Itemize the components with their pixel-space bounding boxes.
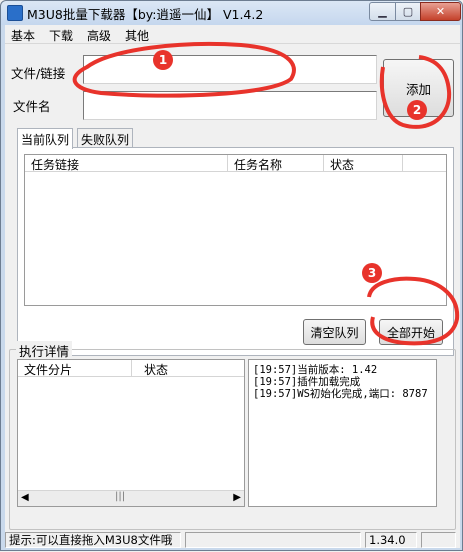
log-line: [19:57]当前版本: 1.42	[253, 364, 378, 376]
clear-queue-button[interactable]: 清空队列	[303, 319, 366, 345]
status-hint: 提示:可以直接拖入M3U8文件哦	[5, 532, 181, 548]
annotation-badge-1: 1	[153, 50, 173, 70]
column-segment-status[interactable]: 状态	[138, 360, 244, 377]
scroll-grip-icon[interactable]: |||	[115, 491, 125, 502]
horizontal-scrollbar[interactable]: ◀ ||| ▶	[18, 490, 244, 506]
start-all-button[interactable]: 全部开始	[379, 319, 443, 345]
status-bar: 提示:可以直接拖入M3U8文件哦 1.34.0	[5, 531, 460, 548]
queue-table[interactable]: 任务链接 任务名称 状态	[24, 154, 447, 306]
scroll-left-icon[interactable]: ◀	[21, 492, 29, 503]
log-line: [19:57]WS初始化完成,端口: 8787	[253, 388, 428, 400]
menu-other[interactable]: 其他	[125, 27, 149, 44]
exec-details-title: 执行详情	[16, 341, 73, 360]
close-button[interactable]: ✕	[420, 2, 461, 21]
annotation-badge-2: 2	[407, 100, 427, 120]
log-panel[interactable]: [19:57]当前版本: 1.42 [19:57]插件加载完成 [19:57]W…	[248, 359, 437, 507]
queue-table-header: 任务链接 任务名称 状态	[25, 155, 446, 172]
maximize-button[interactable]: ▢	[395, 2, 421, 21]
tab-failed-queue[interactable]: 失败队列	[77, 128, 134, 148]
menu-advanced[interactable]: 高级	[87, 27, 111, 44]
tab-current-queue[interactable]: 当前队列	[17, 128, 74, 149]
menu-download[interactable]: 下载	[49, 27, 73, 44]
segment-table-header: 文件分片 状态	[18, 360, 244, 377]
maximize-icon: ▢	[402, 5, 414, 18]
minimize-icon: ▁	[378, 5, 387, 18]
close-icon: ✕	[435, 5, 446, 18]
column-file-segment[interactable]: 文件分片	[18, 360, 132, 377]
file-link-input[interactable]	[83, 55, 377, 84]
client-area: 基本 下载 高级 其他 文件/链接 文件名 添加 当前队列 失败队列 任务链接 …	[5, 25, 460, 548]
window-title: M3U8批量下载器【by:逍遥一仙】 V1.4.2	[27, 7, 264, 22]
column-status[interactable]: 状态	[324, 155, 403, 172]
file-name-label: 文件名	[13, 99, 51, 114]
scroll-right-icon[interactable]: ▶	[233, 492, 241, 503]
tab-panel: 任务链接 任务名称 状态 清空队列 全部开始	[17, 147, 454, 356]
log-line: [19:57]插件加载完成	[253, 376, 361, 388]
column-task-link[interactable]: 任务链接	[25, 155, 228, 172]
segment-table[interactable]: 文件分片 状态 ◀ ||| ▶	[17, 359, 245, 507]
title-bar[interactable]: M3U8批量下载器【by:逍遥一仙】 V1.4.2 ▁ ▢ ✕	[1, 1, 462, 25]
annotation-badge-3: 3	[362, 263, 382, 283]
minimize-button[interactable]: ▁	[369, 2, 396, 21]
status-empty	[185, 532, 361, 548]
app-window: M3U8批量下载器【by:逍遥一仙】 V1.4.2 ▁ ▢ ✕ 基本 下载 高级…	[0, 0, 463, 551]
column-task-name[interactable]: 任务名称	[228, 155, 324, 172]
status-extra	[421, 532, 456, 548]
status-version: 1.34.0	[365, 532, 417, 548]
menu-bar: 基本 下载 高级 其他	[5, 25, 460, 44]
app-icon	[7, 5, 23, 21]
menu-basic[interactable]: 基本	[11, 27, 35, 44]
file-link-label: 文件/链接	[11, 66, 66, 81]
file-name-input[interactable]	[83, 91, 377, 120]
